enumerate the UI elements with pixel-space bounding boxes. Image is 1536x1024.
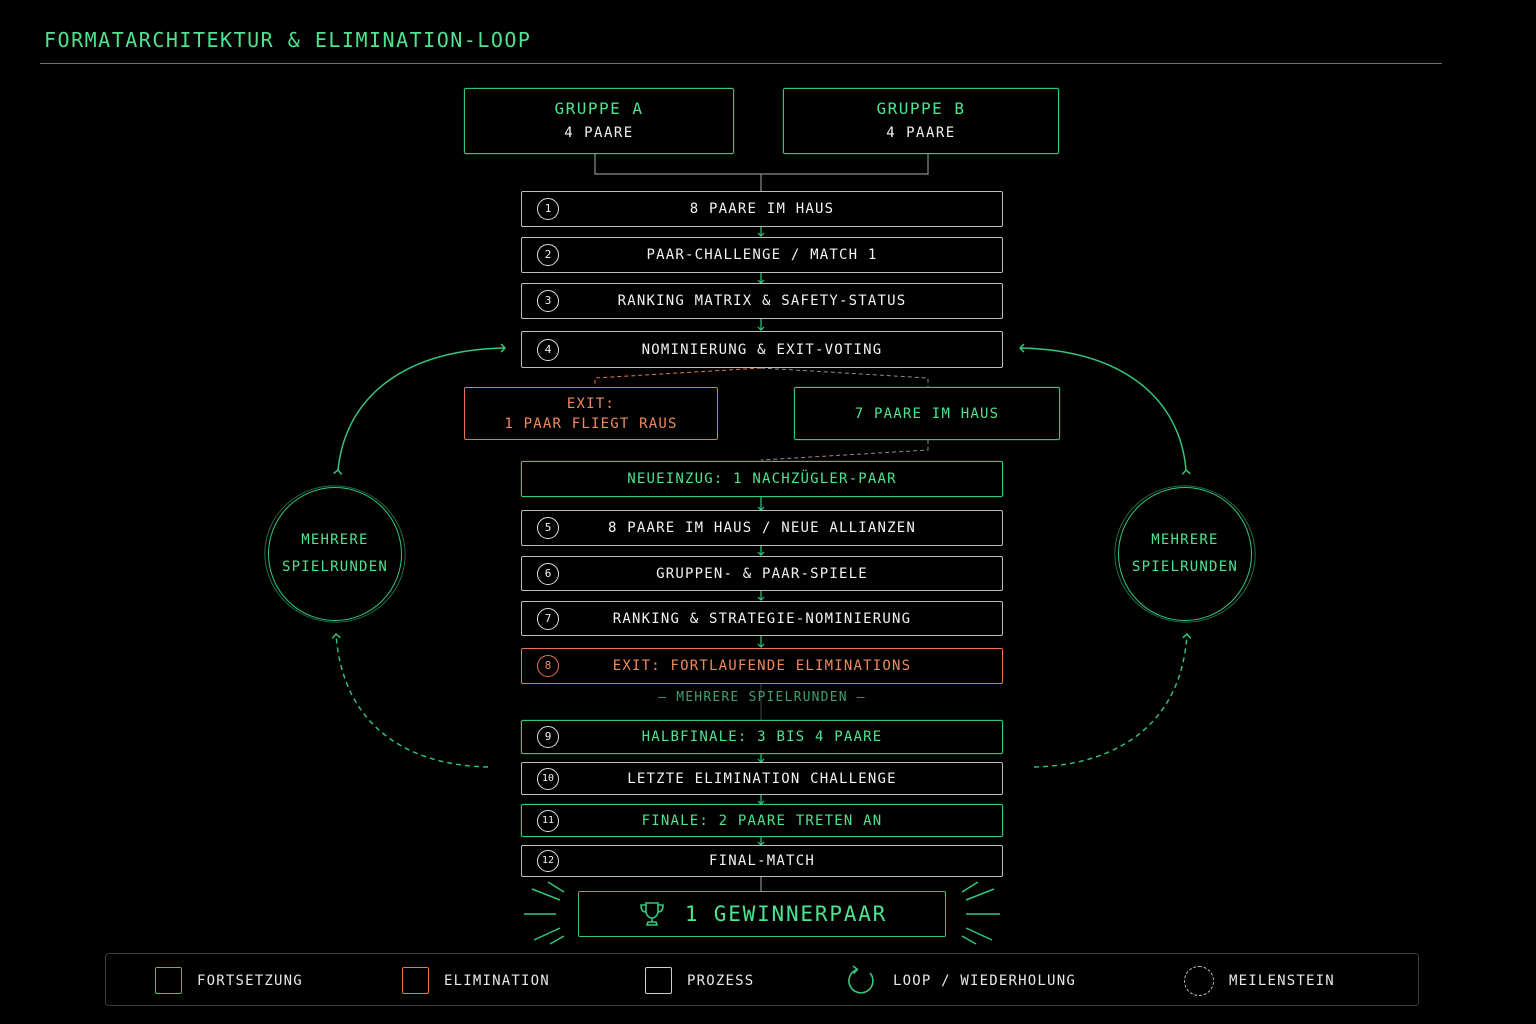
group-b-box: GRUPPE B 4 PAARE: [783, 88, 1059, 154]
legend-swatch-orange: [402, 967, 429, 994]
step-12-label: FINAL-MATCH: [709, 853, 815, 869]
step-9: 9 HALBFINALE: 3 BIS 4 PAARE: [521, 720, 1003, 754]
group-a-title: GRUPPE A: [554, 99, 644, 118]
loop-circle-right-line2: SPIELRUNDEN: [1132, 559, 1238, 575]
step-4-label: NOMINIERUNG & EXIT-VOTING: [641, 341, 883, 358]
legend-item-fortsetzung: FORTSETZUNG: [155, 954, 303, 1007]
step-3-number: 3: [537, 290, 559, 312]
legend-swatch-white: [645, 967, 672, 994]
step-2-label: PAAR-CHALLENGE / MATCH 1: [646, 247, 878, 263]
step-8: 8 EXIT: FORTLAUFENDE ELIMINATIONS: [521, 648, 1003, 684]
legend-item-elimination: ELIMINATION: [402, 954, 550, 1007]
step-1: 1 8 PAARE IM HAUS: [521, 191, 1003, 227]
loop-icon: [848, 964, 874, 994]
step-6: 6 GRUPPEN- & PAAR-SPIELE: [521, 556, 1003, 591]
rounds-divider: — MEHRERE SPIELRUNDEN —: [658, 690, 866, 705]
step-10: 10 LETZTE ELIMINATION CHALLENGE: [521, 762, 1003, 795]
legend-item-meilenstein: MEILENSTEIN: [1184, 954, 1335, 1007]
step-11-label: FINALE: 2 PAARE TRETEN AN: [641, 812, 883, 829]
step-3: 3 RANKING MATRIX & SAFETY-STATUS: [521, 283, 1003, 319]
step-2-number: 2: [537, 244, 559, 266]
step-1-number: 1: [537, 198, 559, 220]
legend: FORTSETZUNG ELIMINATION PROZESS LOOP / W…: [105, 953, 1419, 1006]
step-10-label: LETZTE ELIMINATION CHALLENGE: [627, 770, 897, 787]
trophy-icon: [640, 902, 664, 926]
step-2: 2 PAAR-CHALLENGE / MATCH 1: [521, 237, 1003, 273]
step-11-number: 11: [537, 809, 559, 832]
step-8-number: 8: [537, 655, 559, 677]
milestone-icon: [1184, 965, 1214, 996]
winner-box: 1 GEWINNERPAAR: [578, 891, 946, 937]
remaining-couples-box: 7 PAARE IM HAUS: [794, 387, 1060, 440]
step-10-number: 10: [537, 767, 559, 790]
neueinzug-label: NEUEINZUG: 1 NACHZÜGLER-PAAR: [627, 471, 897, 487]
remaining-couples-label: 7 PAARE IM HAUS: [854, 405, 1000, 422]
step-8-label: EXIT: FORTLAUFENDE ELIMINATIONS: [612, 658, 912, 674]
step-9-number: 9: [537, 726, 559, 748]
step-5-label: 8 PAARE IM HAUS / NEUE ALLIANZEN: [607, 520, 917, 536]
winner-label: 1 GEWINNERPAAR: [684, 902, 888, 926]
group-a-count: 4 PAARE: [564, 125, 634, 141]
step-4: 4 NOMINIERUNG & EXIT-VOTING: [521, 331, 1003, 368]
step-7: 7 RANKING & STRATEGIE-NOMINIERUNG: [521, 601, 1003, 636]
step-12: 12 FINAL-MATCH: [521, 845, 1003, 877]
legend-label-loop: LOOP / WIEDERHOLUNG: [893, 972, 1076, 989]
step-7-label: RANKING & STRATEGIE-NOMINIERUNG: [612, 610, 912, 627]
exit-box-line2: 1 PAAR FLIEGT RAUS: [504, 415, 678, 432]
group-b-title: GRUPPE B: [876, 99, 966, 118]
group-a-box: GRUPPE A 4 PAARE: [464, 88, 734, 154]
step-3-label: RANKING MATRIX & SAFETY-STATUS: [617, 293, 907, 309]
step-6-number: 6: [537, 562, 559, 585]
legend-item-loop: LOOP / WIEDERHOLUNG: [844, 954, 1076, 1007]
step-7-number: 7: [537, 607, 559, 630]
step-9-label: HALBFINALE: 3 BIS 4 PAARE: [641, 729, 883, 745]
step-12-number: 12: [537, 850, 559, 872]
step-4-number: 4: [537, 338, 559, 361]
legend-swatch-green: [155, 967, 182, 994]
neueinzug-box: NEUEINZUG: 1 NACHZÜGLER-PAAR: [521, 461, 1003, 497]
legend-item-prozess: PROZESS: [645, 954, 754, 1007]
exit-box: EXIT: 1 PAAR FLIEGT RAUS: [464, 387, 718, 440]
step-5-number: 5: [537, 517, 559, 539]
step-11: 11 FINALE: 2 PAARE TRETEN AN: [521, 804, 1003, 837]
exit-box-line1: EXIT:: [566, 395, 616, 412]
group-b-count: 4 PAARE: [886, 125, 956, 141]
loop-circle-right: MEHRERE SPIELRUNDEN: [1118, 487, 1252, 621]
legend-label-elimination: ELIMINATION: [444, 972, 550, 989]
step-1-label: 8 PAARE IM HAUS: [689, 201, 835, 217]
loop-circle-left-line2: SPIELRUNDEN: [282, 559, 388, 575]
step-5: 5 8 PAARE IM HAUS / NEUE ALLIANZEN: [521, 510, 1003, 546]
legend-label-meilenstein: MEILENSTEIN: [1229, 972, 1335, 989]
loop-circle-left: MEHRERE SPIELRUNDEN: [268, 487, 402, 621]
loop-circle-left-line1: MEHRERE: [301, 532, 369, 548]
legend-label-prozess: PROZESS: [687, 972, 755, 989]
legend-label-fortsetzung: FORTSETZUNG: [197, 972, 303, 989]
loop-circle-right-line1: MEHRERE: [1151, 532, 1219, 548]
step-6-label: GRUPPEN- & PAAR-SPIELE: [656, 565, 868, 582]
